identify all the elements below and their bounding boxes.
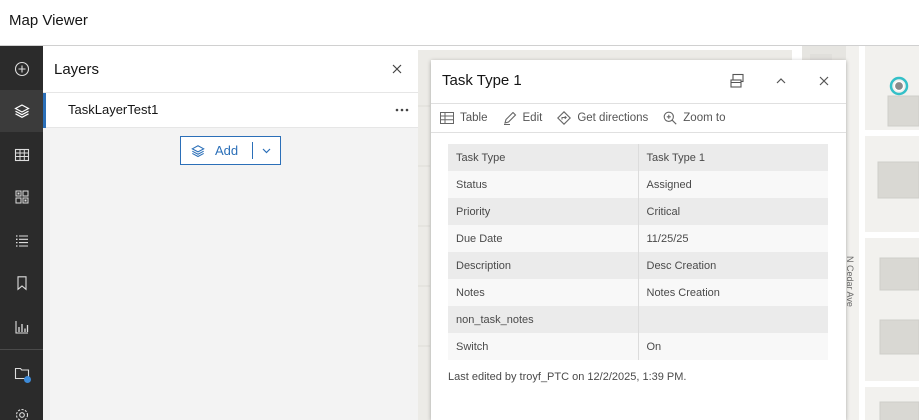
action-edit-label: Edit [522,112,543,124]
action-zoom-to-button[interactable]: Zoom to [663,111,725,125]
action-table-label: Table [460,112,488,124]
attribute-key: Switch [448,333,639,360]
rail-divider [0,349,43,350]
popup-dock-button[interactable] [728,72,746,90]
attribute-value: Critical [638,198,828,225]
table-row: Description Desc Creation [448,252,828,279]
close-icon [392,64,402,74]
add-layer-main-button[interactable]: Add [181,137,252,164]
popup-title: Task Type 1 [442,72,522,89]
chevron-up-icon [776,78,786,84]
rail-basemap-button[interactable] [0,176,43,218]
charts-icon [14,321,28,334]
attributes-table: Task Type Task Type 1 Status Assigned Prio… [448,144,828,360]
popup-actions-bar: Table Edit Get directions Zoom to [431,104,846,133]
rail-legend-button[interactable] [0,220,43,262]
attribute-value: Notes Creation [638,279,828,306]
attribute-value: Assigned [638,171,828,198]
feature-popup: Task Type 1 Table Edit Get directions Zo… [431,60,846,420]
attribute-key: Priority [448,198,639,225]
action-directions-label: Get directions [577,112,649,124]
settings-icon [15,408,28,420]
app-header: Map Viewer [0,0,919,46]
attribute-key: Notes [448,279,639,306]
add-layer-dropdown-button[interactable] [253,137,280,164]
chevron-down-icon [262,148,271,153]
dock-icon [730,73,744,88]
rail-layers-button[interactable] [0,90,43,132]
edit-icon [503,111,516,125]
action-zoom-to-label: Zoom to [683,112,726,124]
layer-item[interactable]: TaskLayerTest1 [43,93,418,128]
attribute-key: Due Date [448,225,639,252]
attribute-key: non_task_notes [448,306,639,333]
rail-add-button[interactable] [0,48,43,90]
attribute-value: 11/25/25 [638,225,828,252]
app-title: Map Viewer [9,12,88,29]
last-edited-info: Last edited by troyf_PTC on 12/2/2025, 1… [448,371,687,383]
action-edit-button[interactable]: Edit [503,111,543,125]
street-label: N Cedar Ave [845,256,855,307]
legend-icon [15,235,28,247]
layers-panel-title: Layers [54,61,100,78]
more-icon [395,108,409,112]
table-icon [440,112,454,124]
rail-charts-button[interactable] [0,306,43,348]
attribute-value: On [638,333,828,360]
rail-tasks-button[interactable] [0,352,43,394]
notification-dot [24,376,31,383]
feature-point [893,80,905,92]
layers-icon [13,104,30,118]
rail-tables-button[interactable] [0,134,43,176]
attribute-value: Task Type 1 [638,144,828,171]
layer-selected-indicator [43,93,46,128]
action-bar [0,46,43,420]
table-row: Notes Notes Creation [448,279,828,306]
layers-icon [191,144,205,157]
plus-circle-icon [14,61,29,77]
zoom-to-icon [663,111,677,125]
bookmark-icon [16,276,27,291]
popup-header: Task Type 1 [431,60,846,104]
action-directions-button[interactable]: Get directions [557,111,648,125]
attribute-key: Task Type [448,144,639,171]
rail-settings-button[interactable] [0,394,43,420]
table-row: Task Type Task Type 1 [448,144,828,171]
table-row: non_task_notes [448,306,828,333]
table-row: Priority Critical [448,198,828,225]
rail-bookmarks-button[interactable] [0,262,43,304]
layer-name: TaskLayerTest1 [68,102,159,117]
attribute-key: Status [448,171,639,198]
attribute-value [638,306,828,333]
layers-panel-header: Layers [43,46,418,93]
attribute-key: Description [448,252,639,279]
basemap-icon [15,190,28,204]
add-layer-button: Add [180,136,281,165]
table-row: Due Date 11/25/25 [448,225,828,252]
popup-collapse-button[interactable] [772,72,790,90]
add-layer-label: Add [215,143,239,158]
table-row: Switch On [448,333,828,360]
popup-close-button[interactable] [815,72,833,90]
table-row: Status Assigned [448,171,828,198]
layers-close-button[interactable] [388,60,406,78]
layer-options-button[interactable] [394,101,410,119]
close-icon [819,76,829,86]
action-table-button[interactable]: Table [440,112,488,124]
layers-panel: Layers TaskLayerTest1 Add [43,46,418,420]
table-icon [14,148,29,162]
attribute-value: Desc Creation [638,252,828,279]
directions-icon [557,111,572,125]
